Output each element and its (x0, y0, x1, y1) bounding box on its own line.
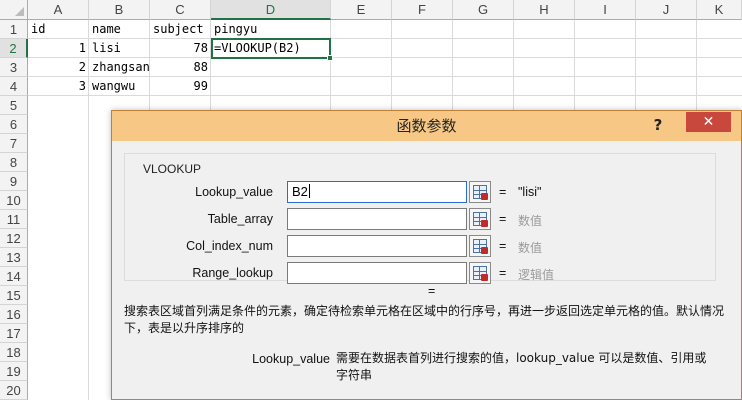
arg-result-col-index-num: 数值 (518, 241, 543, 255)
row-header-5[interactable]: 5 (0, 96, 28, 115)
column-header-j[interactable]: J (636, 0, 697, 20)
row-header-18[interactable]: 18 (0, 343, 28, 362)
row-header-14[interactable]: 14 (0, 267, 28, 286)
column-header-i[interactable]: I (575, 0, 636, 20)
range-select-arrow-icon (481, 193, 488, 200)
row-header-7[interactable]: 7 (0, 134, 28, 153)
cell-c4[interactable]: 99 (150, 77, 211, 96)
collapse-dialog-button-2[interactable] (469, 208, 491, 230)
close-button[interactable]: ✕ (686, 112, 731, 132)
arg-result-range-lookup: 逻辑值 (518, 268, 555, 282)
select-all-corner[interactable] (0, 0, 28, 20)
cell-b2[interactable]: lisi (89, 39, 150, 58)
table-array-input[interactable] (287, 208, 467, 230)
cell-c3[interactable]: 88 (150, 58, 211, 77)
range-select-arrow-icon (481, 274, 488, 281)
column-header-g[interactable]: G (453, 0, 514, 20)
arg-result-lookup-value: "lisi" (518, 185, 542, 199)
column-header-b[interactable]: B (89, 0, 150, 20)
cell-c2[interactable]: 78 (150, 39, 211, 58)
row-header-20[interactable]: 20 (0, 381, 28, 400)
help-button[interactable]: ? (647, 114, 669, 136)
cell-a1[interactable]: id (28, 20, 89, 39)
row-header-19[interactable]: 19 (0, 362, 28, 381)
range-lookup-input[interactable] (287, 262, 467, 284)
cell-a3[interactable]: 2 (28, 58, 89, 77)
arg-equals-3: = (499, 239, 507, 253)
text-cursor (308, 184, 310, 198)
arg-result-table-array: 数值 (518, 214, 543, 228)
select-all-triangle-icon (15, 7, 24, 16)
cell-b3[interactable]: zhangsan (89, 58, 150, 77)
row-header-6[interactable]: 6 (0, 115, 28, 134)
column-header-h[interactable]: H (514, 0, 575, 20)
cell-b1[interactable]: name (89, 20, 150, 39)
row-header-10[interactable]: 10 (0, 191, 28, 210)
current-param-description: 需要在数据表首列进行搜索的值，lookup_value 可以是数值、引用或字符串 (336, 351, 707, 382)
row-header-3[interactable]: 3 (0, 58, 28, 77)
column-header-k[interactable]: K (697, 0, 742, 20)
row-header-2[interactable]: 2 (0, 39, 28, 58)
lookup-value-text: B2 (292, 184, 308, 199)
row-header-11[interactable]: 11 (0, 210, 28, 229)
current-param-name: Lookup_value (252, 352, 330, 366)
row-header-13[interactable]: 13 (0, 248, 28, 267)
column-header-e[interactable]: E (331, 0, 392, 20)
collapse-dialog-button-3[interactable] (469, 235, 491, 257)
col-index-num-input[interactable] (287, 235, 467, 257)
cell-b4[interactable]: wangwu (89, 77, 150, 96)
function-description: 搜索表区域首列满足条件的元素，确定待检索单元格在区域中的行序号，再进一步返回选定… (124, 304, 725, 335)
row-header-12[interactable]: 12 (0, 229, 28, 248)
arg-label-lookup-value: Lookup_value (195, 185, 273, 199)
collapse-dialog-button-1[interactable] (469, 181, 491, 203)
row-header-17[interactable]: 17 (0, 324, 28, 343)
arg-equals-2: = (499, 212, 507, 226)
function-name-label: VLOOKUP (141, 162, 204, 176)
column-header-d[interactable]: D (211, 0, 331, 20)
row-header-16[interactable]: 16 (0, 305, 28, 324)
arg-equals-1: = (499, 185, 507, 199)
range-select-arrow-icon (481, 220, 488, 227)
arg-equals-4: = (499, 266, 507, 280)
formula-result-equals: = (428, 284, 436, 298)
arg-label-table-array: Table_array (207, 212, 273, 226)
row-header-4[interactable]: 4 (0, 77, 28, 96)
row-header-8[interactable]: 8 (0, 153, 28, 172)
arg-label-col-index-num: Col_index_num (186, 239, 273, 253)
dialog-titlebar[interactable]: 函数参数 ? ✕ (112, 111, 741, 141)
cell-d1[interactable]: pingyu (211, 20, 331, 39)
cell-c1[interactable]: subject (150, 20, 211, 39)
column-header-f[interactable]: F (392, 0, 453, 20)
cell-d2-formula[interactable]: =VLOOKUP(B2) (211, 39, 331, 58)
lookup-value-input[interactable]: B2 (287, 181, 467, 203)
function-arguments-dialog: 函数参数 ? ✕ VLOOKUP Lookup_value B2 = "lisi… (111, 110, 742, 400)
arguments-group: VLOOKUP Lookup_value B2 = "lisi" Table_a… (124, 153, 716, 284)
collapse-dialog-button-4[interactable] (469, 262, 491, 284)
column-header-a[interactable]: A (28, 0, 89, 20)
cell-a4[interactable]: 3 (28, 77, 89, 96)
range-select-arrow-icon (481, 247, 488, 254)
column-header-c[interactable]: C (150, 0, 211, 20)
arg-label-range-lookup: Range_lookup (192, 266, 273, 280)
dialog-body: VLOOKUP Lookup_value B2 = "lisi" Table_a… (112, 141, 741, 399)
row-header-9[interactable]: 9 (0, 172, 28, 191)
row-header-15[interactable]: 15 (0, 286, 28, 305)
row-header-1[interactable]: 1 (0, 20, 28, 39)
cell-a2[interactable]: 1 (28, 39, 89, 58)
